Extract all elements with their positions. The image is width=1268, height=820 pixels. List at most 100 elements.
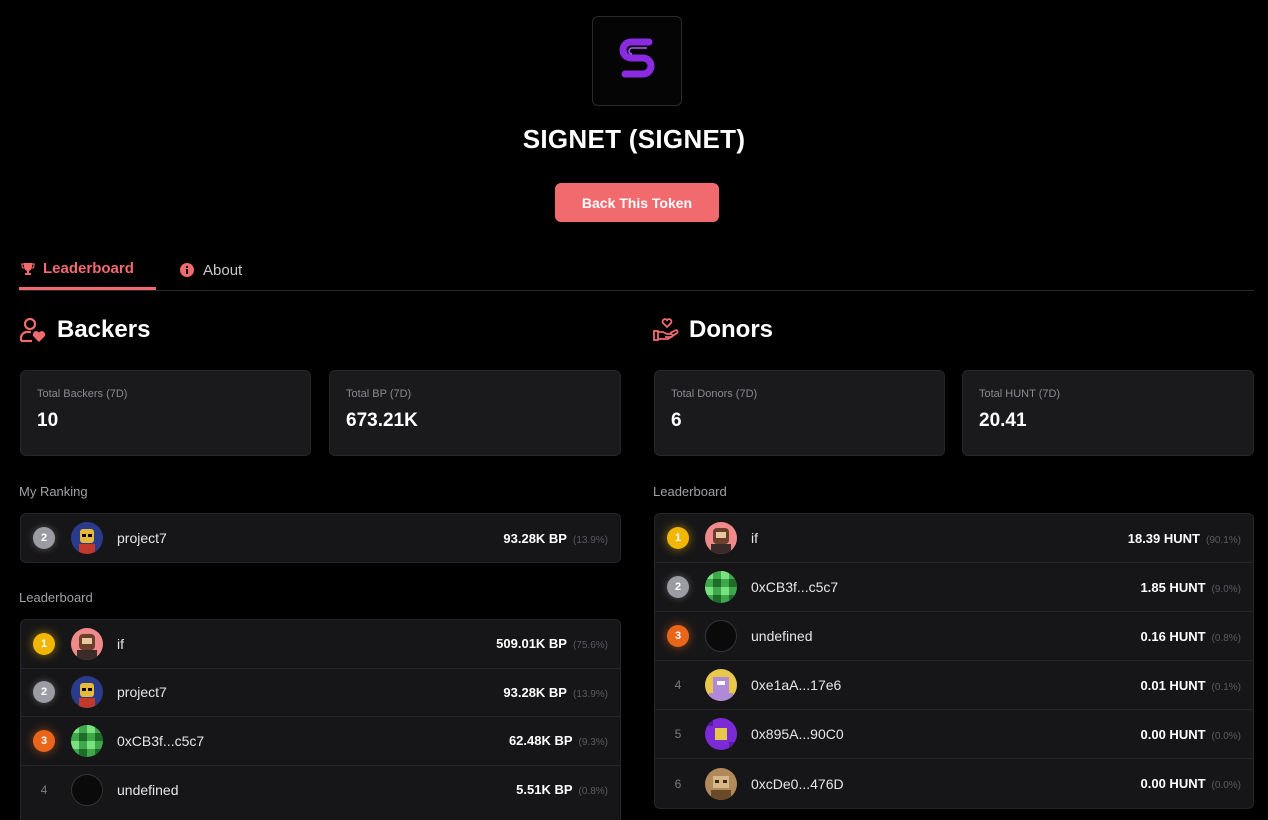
rank-badge: 3 (33, 729, 55, 752)
donors-leaderboard-label: Leaderboard (653, 484, 727, 499)
row-percent: (0.8%) (1211, 632, 1241, 644)
row-amount: 0.16 HUNT (1140, 628, 1206, 644)
rank-badge: 2 (33, 527, 55, 549)
row-percent: (75.6%) (572, 640, 608, 652)
tab-bar: Leaderboard About (19, 250, 1254, 291)
table-row[interactable]: 5 0x895A...90C0 0.00 HUNT (0.0%) (655, 710, 1253, 759)
row-percent: (90.1%) (1205, 534, 1241, 546)
row-value: 93.28K BP (13.9%) (503, 531, 608, 546)
row-percent: (0.8%) (578, 786, 608, 798)
stat-value: 10 (37, 410, 59, 431)
table-row[interactable]: 6 0xcDe0...476D 0.00 HUNT (0.0%) (655, 759, 1253, 808)
tab-leaderboard-label: Leaderboard (43, 260, 134, 277)
donors-heading: Donors (653, 316, 773, 344)
avatar (71, 627, 103, 660)
row-value: 0.01 HUNT (0.1%) (1141, 678, 1241, 693)
backer-user-icon (19, 317, 46, 343)
row-percent: (13.9%) (572, 688, 608, 700)
token-logo (592, 16, 682, 106)
avatar (705, 767, 737, 800)
row-name: if (751, 530, 758, 546)
rank-number: 4 (674, 678, 682, 692)
backers-leaderboard: 1 if 509.01K BP (75.6%) 2 project7 93.28… (20, 619, 621, 820)
row-value: 5.51K BP (0.8%) (516, 782, 608, 797)
row-name: 0xcDe0...476D (751, 775, 844, 792)
stat-value: 6 (671, 410, 682, 431)
row-amount: 0.01 HUNT (1140, 677, 1206, 693)
row-percent: (0.1%) (1211, 681, 1241, 693)
row-value: 0.00 HUNT (0.0%) (1141, 727, 1241, 742)
signet-s-logo-icon (619, 38, 655, 78)
row-name: undefined (117, 781, 179, 798)
row-amount: 0.00 HUNT (1140, 776, 1206, 791)
donors-title: Donors (689, 316, 773, 343)
my-ranking-list: 2 project7 93.28K BP (13.9%) (20, 513, 621, 563)
row-percent: (9.3%) (578, 737, 608, 749)
stat-value: 20.41 (979, 410, 1027, 431)
avatar (705, 669, 737, 701)
info-icon (180, 263, 194, 277)
table-row[interactable]: 1 if 509.01K BP (75.6%) (21, 620, 620, 669)
donor-hand-heart-icon (653, 318, 679, 341)
rank-badge: 1 (667, 527, 689, 549)
total-bp-card: Total BP (7D) 673.21K (329, 370, 621, 456)
total-backers-card: Total Backers (7D) 10 (20, 370, 311, 456)
avatar (71, 676, 103, 709)
row-name: 0xe1aA...17e6 (751, 677, 842, 693)
row-value: 1.85 HUNT (9.0%) (1141, 580, 1241, 595)
row-value: 0.16 HUNT (0.8%) (1141, 629, 1241, 644)
stat-label: Total Donors (7D) (671, 388, 758, 400)
donors-leaderboard: 1 if 18.39 HUNT (90.1%) 2 0xCB3f...c5c7 … (654, 513, 1254, 809)
rank-number: 6 (674, 776, 682, 791)
row-value: 0.00 HUNT (0.0%) (1141, 776, 1241, 791)
table-row[interactable]: 1 if 18.39 HUNT (90.1%) (655, 514, 1253, 563)
tab-about[interactable]: About (179, 250, 242, 290)
stat-label: Total HUNT (7D) (979, 388, 1061, 400)
table-row[interactable]: 3 0xCB3f...c5c7 62.48K BP (9.3%) (21, 717, 620, 766)
row-percent: (9.0%) (1211, 583, 1241, 595)
tab-about-label: About (203, 261, 243, 279)
row-percent: (0.0%) (1211, 730, 1241, 742)
back-token-button[interactable]: Back This Token (555, 183, 719, 222)
row-value: 62.48K BP (9.3%) (509, 733, 608, 748)
backers-title: Backers (57, 316, 151, 343)
row-percent: (0.0%) (1211, 780, 1241, 791)
table-row[interactable]: 3 undefined 0.16 HUNT (0.8%) (655, 612, 1253, 661)
tab-leaderboard[interactable]: Leaderboard (19, 250, 156, 290)
trophy-icon (21, 262, 35, 275)
table-row[interactable]: 4 0xe1aA...17e6 0.01 HUNT (0.1%) (655, 661, 1253, 710)
row-value: 93.28K BP (13.9%) (503, 685, 608, 700)
table-row[interactable]: 2 project7 93.28K BP (13.9%) (21, 669, 620, 717)
stat-value: 673.21K (346, 410, 418, 431)
row-name: 0xCB3f...c5c7 (117, 732, 205, 749)
table-row[interactable]: 2 0xCB3f...c5c7 1.85 HUNT (9.0%) (655, 563, 1253, 612)
row-amount: 5.51K BP (516, 782, 573, 798)
backers-heading: Backers (19, 316, 150, 344)
rank-badge: 2 (33, 681, 55, 704)
list-item[interactable]: 2 project7 93.28K BP (13.9%) (21, 514, 620, 562)
rank-number: 4 (40, 782, 48, 797)
row-name: project7 (117, 530, 167, 546)
row-value: 509.01K BP (75.6%) (496, 636, 608, 651)
row-percent: (13.9%) (572, 534, 608, 546)
stat-label: Total BP (7D) (346, 388, 412, 400)
token-title: SIGNET (SIGNET) (522, 124, 746, 154)
table-row[interactable]: 4 undefined 5.51K BP (0.8%) (21, 766, 620, 815)
rank-badge: 3 (667, 625, 689, 647)
row-amount: 93.28K BP (503, 530, 567, 546)
row-name: undefined (751, 628, 813, 644)
total-donors-card: Total Donors (7D) 6 (654, 370, 945, 456)
rank-badge: 1 (33, 632, 55, 655)
row-amount: 1.85 HUNT (1140, 579, 1206, 595)
rank-number: 5 (674, 727, 682, 741)
avatar (705, 718, 737, 750)
backers-leaderboard-label: Leaderboard (19, 590, 93, 605)
row-name: if (117, 635, 124, 652)
avatar (705, 571, 737, 603)
row-name: project7 (117, 684, 167, 701)
avatar (71, 522, 103, 554)
row-value: 18.39 HUNT (90.1%) (1128, 531, 1241, 546)
my-ranking-label: My Ranking (19, 484, 88, 499)
avatar (71, 724, 103, 757)
avatar (705, 620, 737, 652)
